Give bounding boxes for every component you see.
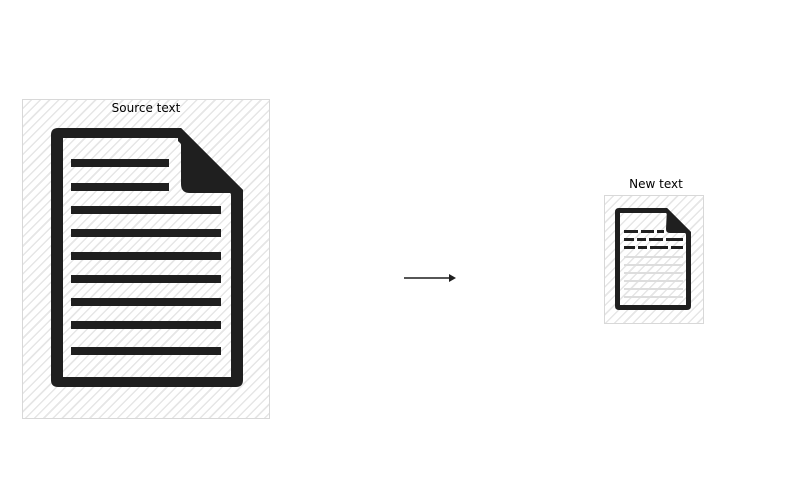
source-text-line bbox=[71, 321, 221, 329]
source-text-line bbox=[71, 252, 221, 260]
source-text-line bbox=[71, 275, 221, 283]
diagram-graphics bbox=[51, 128, 691, 387]
diagram-canvas: Source text New text bbox=[0, 0, 800, 500]
target-label: New text bbox=[629, 177, 683, 191]
source-text-line bbox=[71, 183, 169, 191]
arrow-right-icon bbox=[404, 274, 456, 282]
source-text-line bbox=[71, 206, 221, 214]
source-text-line bbox=[71, 347, 221, 355]
source-text-line bbox=[71, 298, 221, 306]
target-document-icon bbox=[615, 208, 691, 310]
source-text-line bbox=[71, 159, 169, 167]
source-text-line bbox=[71, 229, 221, 237]
source-document-icon bbox=[51, 128, 243, 387]
target-faded-lines bbox=[624, 256, 683, 298]
